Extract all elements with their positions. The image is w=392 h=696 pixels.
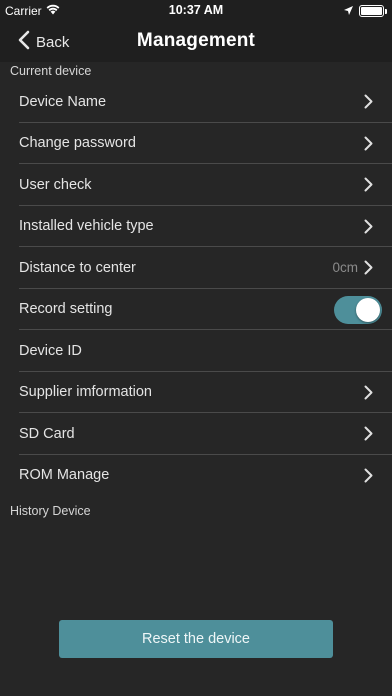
row-device-id: Device ID — [0, 330, 392, 372]
battery-icon — [359, 5, 387, 17]
row-device-name[interactable]: Device Name — [0, 81, 392, 123]
row-change-password[interactable]: Change password — [0, 123, 392, 165]
row-sd-card[interactable]: SD Card — [0, 413, 392, 455]
row-label: Device ID — [19, 342, 82, 359]
row-vehicle-type[interactable]: Installed vehicle type — [0, 206, 392, 248]
chevron-right-icon — [364, 94, 373, 113]
chevron-right-icon — [364, 260, 373, 279]
chevron-right-icon — [364, 219, 373, 238]
row-label: Supplier imformation — [19, 384, 152, 401]
section-header-history: History Device — [10, 504, 91, 518]
chevron-right-icon — [364, 136, 373, 155]
status-right — [344, 4, 387, 18]
battery-fill — [361, 7, 382, 15]
page-title: Management — [136, 30, 256, 51]
row-record-setting: Record setting — [0, 289, 392, 331]
status-bar: Carrier 10:37 AM — [0, 0, 392, 22]
row-label: Change password — [19, 135, 136, 152]
row-label: SD Card — [19, 425, 75, 442]
settings-list: Device Name Change password User check I… — [0, 81, 392, 496]
row-label: Installed vehicle type — [19, 218, 154, 235]
section-header-current: Current device — [10, 64, 92, 78]
row-rom-manage[interactable]: ROM Manage — [0, 455, 392, 497]
row-label: ROM Manage — [19, 467, 110, 484]
row-supplier-information[interactable]: Supplier imformation — [0, 372, 392, 414]
chevron-right-icon — [364, 468, 373, 487]
row-label: Device Name — [19, 93, 107, 110]
record-setting-toggle[interactable] — [334, 295, 382, 324]
chevron-right-icon — [364, 177, 373, 196]
location-arrow-icon — [344, 4, 353, 18]
row-label: User check — [19, 176, 92, 193]
chevron-right-icon — [364, 426, 373, 445]
distance-value: 0cm — [332, 260, 358, 275]
status-time: 10:37 AM — [168, 3, 224, 17]
reset-device-button[interactable]: Reset the device — [59, 620, 333, 658]
row-distance-to-center[interactable]: Distance to center 0cm — [0, 247, 392, 289]
chevron-right-icon — [364, 385, 373, 404]
toggle-knob — [356, 297, 380, 322]
row-user-check[interactable]: User check — [0, 164, 392, 206]
nav-bar: Back Management — [0, 22, 392, 62]
